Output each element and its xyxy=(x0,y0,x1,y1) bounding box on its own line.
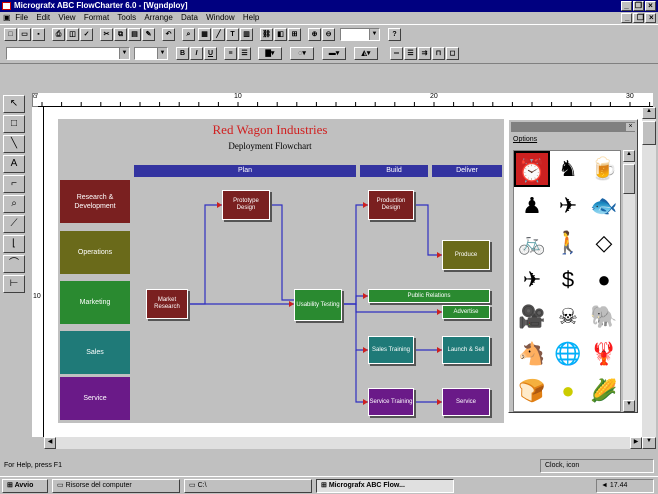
diamond-icon[interactable]: ◇ xyxy=(586,225,622,261)
scroll-down-icon[interactable]: ▼ xyxy=(642,437,656,449)
connector-usability-salestrain xyxy=(355,304,368,351)
scroll-left-icon[interactable]: ◀ xyxy=(44,437,56,449)
beer-mug-icon[interactable]: 🍺 xyxy=(586,151,622,187)
connector-usability-production xyxy=(342,204,368,305)
skull-crossbones-icon[interactable]: ☠ xyxy=(550,299,586,335)
corn-icon[interactable]: 🌽 xyxy=(586,373,622,409)
box-service[interactable]: Service xyxy=(442,388,490,416)
palette-scrollbar[interactable]: ▲ ▼ xyxy=(623,150,635,412)
box-usability-testing[interactable]: Usability Testing xyxy=(294,289,342,321)
scroll-right-icon[interactable]: ▶ xyxy=(630,437,642,449)
start-button[interactable]: ⊞ Avvio xyxy=(2,479,48,493)
alarm-clock-icon[interactable]: ⏰ xyxy=(514,151,550,187)
box-service-training[interactable]: Service Training xyxy=(368,388,414,416)
bread-icon[interactable]: 🍞 xyxy=(514,373,550,409)
connector-market-prototype xyxy=(188,204,222,305)
airplane-icon[interactable]: ✈ xyxy=(514,262,550,298)
clock[interactable]: 17.44 xyxy=(610,482,628,489)
horse-head-icon[interactable]: ♞ xyxy=(550,151,586,187)
box-production-design[interactable]: Production Design xyxy=(368,190,414,220)
scroll-down-icon[interactable]: ▼ xyxy=(623,400,635,412)
flowchart-icon: ⊞ xyxy=(321,482,327,489)
bomb-icon[interactable]: ● xyxy=(586,262,622,298)
folder-icon: ▭ xyxy=(189,482,196,489)
box-launch-sell[interactable]: Launch & Sell xyxy=(442,336,490,364)
money-icon[interactable]: $ xyxy=(550,262,586,298)
task-label: C:\ xyxy=(197,482,207,489)
start-label: Avvio xyxy=(14,482,34,489)
horizontal-scrollbar[interactable]: ◀ ▶ xyxy=(44,437,642,449)
vertical-scrollbar[interactable]: ▲ ▼ xyxy=(642,107,656,449)
box-produce[interactable]: Produce xyxy=(442,240,490,270)
task-label: Micrografx ABC Flow... xyxy=(328,482,405,489)
task-my-computer[interactable]: ▭ Risorse del computer xyxy=(52,479,180,493)
connector-prototype-usability xyxy=(270,204,294,301)
globe-icon[interactable]: 🌐 xyxy=(550,336,586,372)
taskbar: ⊞ Avvio ▭ Risorse del computer ▭ C:\ ⊞ M… xyxy=(0,476,658,494)
palette-close-button[interactable]: × xyxy=(626,123,635,131)
connector-usability-advertise xyxy=(342,303,442,313)
icon-grid: ⏰ ♞ 🍺 ♟ ✈ 🐟 🚲 🚶 ◇ ✈ $ ● 🎥 ☠ 🐘 🐴 🌐 🦞 🍞 ● … xyxy=(513,150,621,412)
computer-icon: ▭ xyxy=(57,482,64,489)
task-flowcharter[interactable]: ⊞ Micrografx ABC Flow... xyxy=(316,479,454,493)
elephant-icon[interactable]: 🐘 xyxy=(586,299,622,335)
connector-usability-servicetrain xyxy=(355,350,368,403)
scroll-up-icon[interactable]: ▲ xyxy=(623,150,635,162)
box-sales-training[interactable]: Sales Training xyxy=(368,336,414,364)
status-info: Clock, icon xyxy=(540,459,654,473)
box-market-research[interactable]: Market Research xyxy=(146,289,188,319)
fish-icon[interactable]: 🐟 xyxy=(586,188,622,224)
task-label: Risorse del computer xyxy=(65,482,132,489)
fighter-jet-icon[interactable]: ✈ xyxy=(550,188,586,224)
scroll-up-icon[interactable]: ▲ xyxy=(642,107,656,119)
bicycle-icon[interactable]: 🚲 xyxy=(514,225,550,261)
bowling-pin-icon[interactable]: ♟ xyxy=(514,188,550,224)
palette-titlebar[interactable] xyxy=(511,122,635,132)
vscroll-thumb[interactable] xyxy=(642,121,656,145)
options-palette[interactable]: × Options ⏰ ♞ 🍺 ♟ ✈ 🐟 🚲 🚶 ◇ ✈ $ ● 🎥 ☠ 🐘 … xyxy=(508,119,638,413)
donkey-icon[interactable]: 🐴 xyxy=(514,336,550,372)
hiker-icon[interactable]: 🚶 xyxy=(550,225,586,261)
tennis-ball-icon[interactable]: ● xyxy=(550,373,586,409)
palette-title[interactable]: Options xyxy=(513,136,537,143)
lobster-icon[interactable]: 🦞 xyxy=(586,336,622,372)
scroll-thumb[interactable] xyxy=(623,164,635,194)
windows-logo-icon: ⊞ xyxy=(7,482,13,489)
connector-production-produce xyxy=(414,204,442,256)
box-advertise[interactable]: Advertise xyxy=(442,305,490,319)
task-c-drive[interactable]: ▭ C:\ xyxy=(184,479,312,493)
status-help-text: For Help, press F1 xyxy=(4,462,62,469)
status-bar: For Help, press F1 Clock, icon xyxy=(0,458,658,474)
system-tray: ◄ 17.44 xyxy=(596,479,654,493)
box-prototype-design[interactable]: Prototype Design xyxy=(222,190,270,220)
box-public-relations[interactable]: Public Relations xyxy=(368,289,490,303)
speaker-icon[interactable]: ◄ xyxy=(601,482,608,489)
movie-camera-icon[interactable]: 🎥 xyxy=(514,299,550,335)
